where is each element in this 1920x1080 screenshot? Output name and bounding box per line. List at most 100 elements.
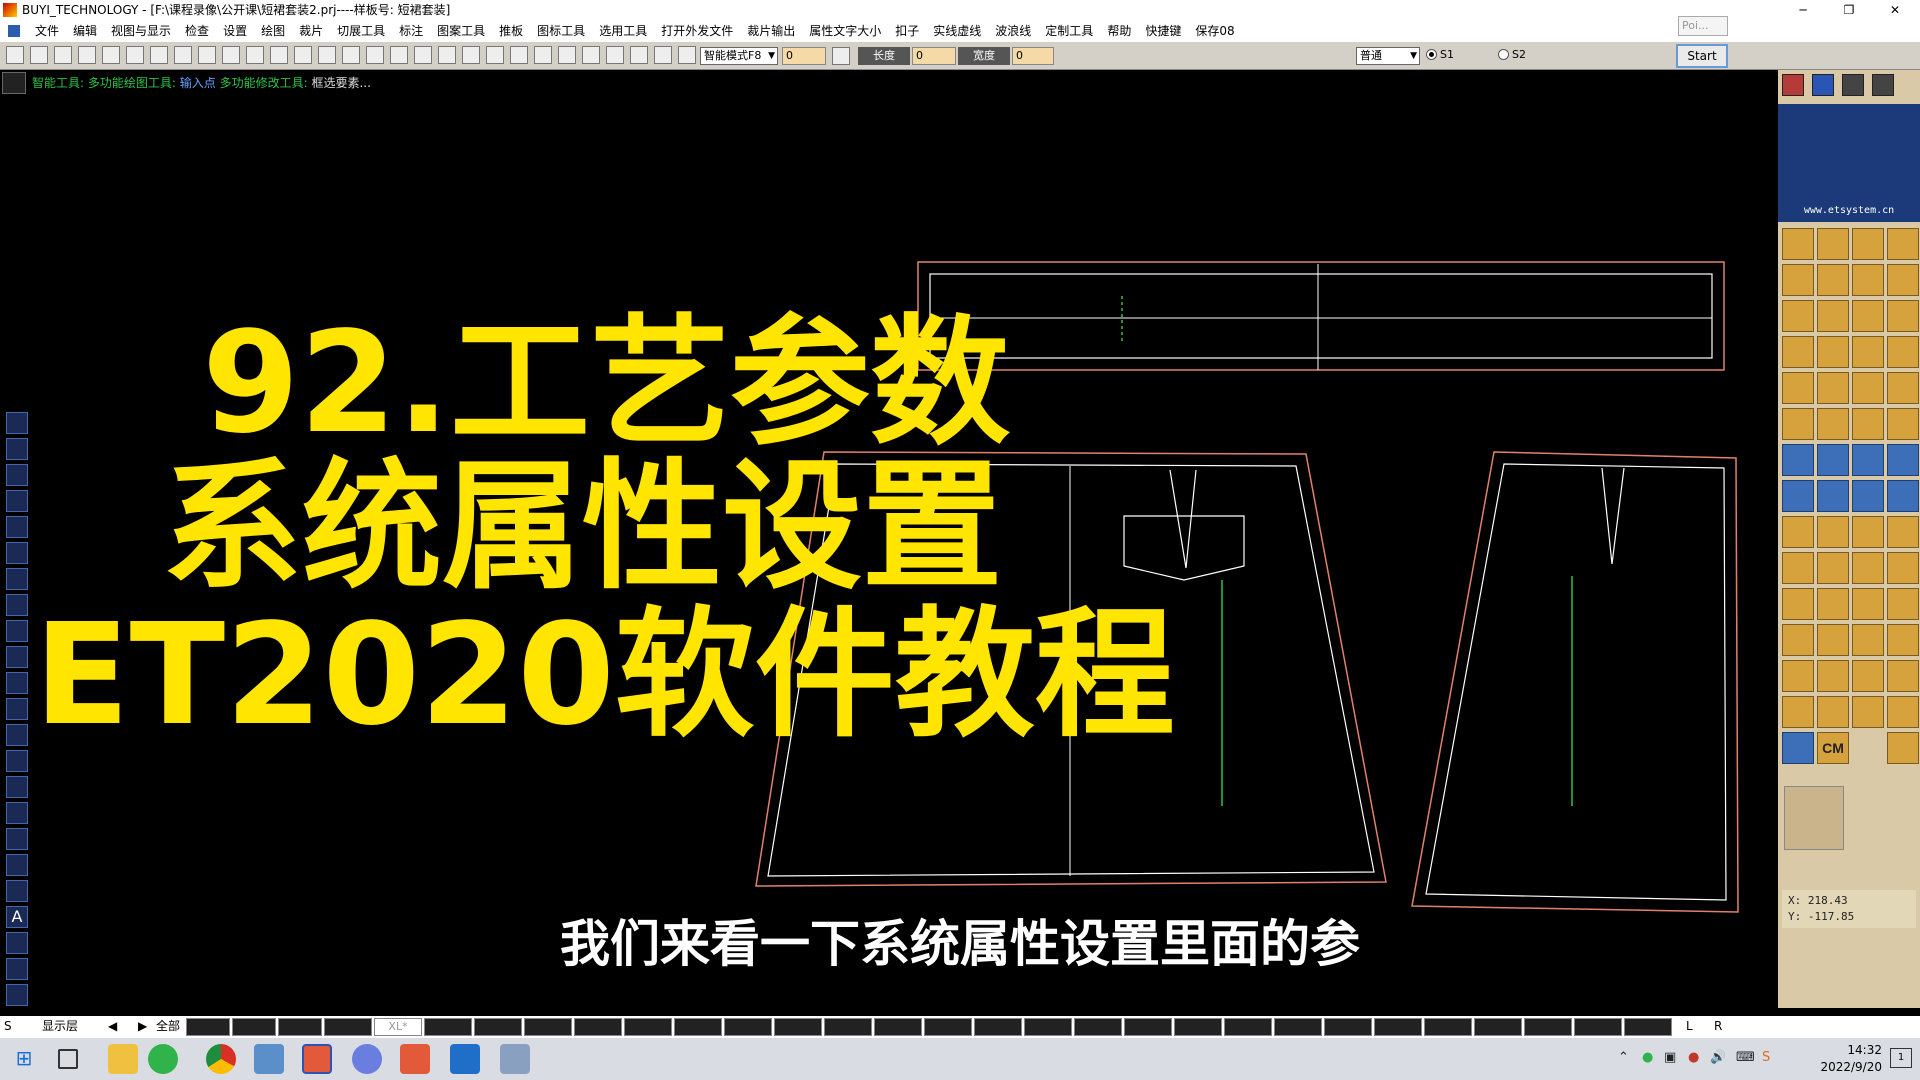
size-cell[interactable] (424, 1018, 472, 1036)
size-cell[interactable] (574, 1018, 622, 1036)
next-layer-button[interactable]: ▶ (138, 1016, 147, 1036)
move-icon[interactable] (270, 46, 288, 64)
tool-mountain-icon[interactable] (1852, 444, 1884, 476)
arrow-icon[interactable] (462, 46, 480, 64)
tool-pleat-icon[interactable] (1782, 444, 1814, 476)
poi-input[interactable]: Poi... (1678, 16, 1728, 36)
input-method-icon[interactable]: ⌨ (1736, 1050, 1755, 1065)
tool-ramp-icon[interactable] (1887, 480, 1919, 512)
wechat-icon[interactable] (148, 1044, 178, 1074)
size-cell[interactable] (1274, 1018, 1322, 1036)
ruler-tool-icon[interactable] (6, 646, 28, 668)
tool-scissors-icon[interactable] (1782, 300, 1814, 332)
frame-tool-icon[interactable] (6, 568, 28, 590)
split-tool-icon[interactable] (6, 516, 28, 538)
tool-mode-icon[interactable] (2, 72, 26, 94)
tool-wave-icon[interactable] (1852, 336, 1884, 368)
tool-bars-icon[interactable] (1887, 552, 1919, 584)
measure-icon[interactable] (486, 46, 504, 64)
tool-line-icon[interactable] (1782, 696, 1814, 728)
menu-item[interactable]: 保存08 (1188, 20, 1241, 42)
curve-tool-icon[interactable] (6, 438, 28, 460)
point-icon[interactable] (582, 46, 600, 64)
notification-icon[interactable]: 1 (1890, 1048, 1912, 1068)
et-software-2-icon[interactable] (400, 1044, 430, 1074)
prev-layer-button[interactable]: ◀ (108, 1016, 117, 1036)
menu-item[interactable]: 定制工具 (1038, 20, 1100, 42)
size-cell[interactable] (1524, 1018, 1572, 1036)
tool-ring-icon[interactable] (1782, 588, 1814, 620)
all-layers-button[interactable]: 全部 (156, 1016, 180, 1036)
menu-item[interactable]: 扣子 (888, 20, 926, 42)
l-button[interactable]: L (1686, 1016, 1693, 1036)
measure-tool-icon[interactable] (6, 698, 28, 720)
device-tray-icon[interactable]: ▣ (1664, 1050, 1676, 1065)
file-explorer-icon[interactable] (108, 1044, 138, 1074)
maximize-button[interactable]: ❐ (1826, 0, 1872, 20)
tool-zipper-icon[interactable] (1852, 264, 1884, 296)
tool-box-icon[interactable] (1852, 552, 1884, 584)
calculator-icon[interactable] (1887, 732, 1919, 764)
tool-slash-icon[interactable] (1887, 228, 1919, 260)
menu-item[interactable]: 编辑 (66, 20, 104, 42)
task-view-icon[interactable] (58, 1049, 78, 1069)
undo-icon[interactable] (198, 46, 216, 64)
drawing-canvas[interactable]: 92.工艺参数 系统属性设置 ET2020软件教程 (34, 96, 1778, 1008)
size-cell[interactable] (724, 1018, 772, 1036)
tool-check-icon[interactable] (1852, 696, 1884, 728)
tool-dots-icon[interactable] (1817, 444, 1849, 476)
tool-cross-icon[interactable] (1887, 516, 1919, 548)
mirror-icon[interactable] (366, 46, 384, 64)
size-cell[interactable] (324, 1018, 372, 1036)
line-style-select[interactable]: 普通 ▼ (1356, 47, 1420, 65)
size-cell[interactable] (1224, 1018, 1272, 1036)
mode-select[interactable]: 智能模式F8 ▼ (700, 47, 778, 65)
image-app-icon[interactable] (500, 1044, 530, 1074)
pen-tool-icon[interactable] (6, 412, 28, 434)
menu-item[interactable]: 选用工具 (592, 20, 654, 42)
tool-lamp-icon[interactable] (1817, 372, 1849, 404)
align-icon[interactable] (294, 46, 312, 64)
tool-cup-icon[interactable] (1887, 372, 1919, 404)
tool-split-icon[interactable] (1887, 336, 1919, 368)
size-cell[interactable] (1174, 1018, 1222, 1036)
tool-arrows-icon[interactable] (1817, 300, 1849, 332)
tool-ruffle-icon[interactable] (1817, 552, 1849, 584)
fit-screen-icon[interactable] (126, 46, 144, 64)
et-software-icon[interactable] (302, 1044, 332, 1074)
menu-item[interactable]: 切展工具 (330, 20, 392, 42)
wechat-tray-icon[interactable]: ● (1642, 1050, 1653, 1065)
size-cell[interactable] (774, 1018, 822, 1036)
windows-start-icon[interactable]: ⊞ (10, 1044, 38, 1074)
app-window-icon[interactable] (254, 1044, 284, 1074)
size-cell-xl[interactable]: XL* (374, 1018, 422, 1036)
minimize-button[interactable]: ─ (1780, 0, 1826, 20)
cut-tool-icon[interactable] (6, 776, 28, 798)
select-icon[interactable] (246, 46, 264, 64)
tool-window-icon[interactable] (1852, 588, 1884, 620)
menu-item[interactable]: 实线虚线 (926, 20, 988, 42)
tool-brush-icon[interactable] (1852, 660, 1884, 692)
chrome-icon[interactable] (206, 1044, 236, 1074)
fork-icon[interactable] (390, 46, 408, 64)
menu-item[interactable]: 设置 (216, 20, 254, 42)
tool-pin-icon[interactable] (1782, 336, 1814, 368)
video-app-icon[interactable] (450, 1044, 480, 1074)
menu-item[interactable]: 波浪线 (988, 20, 1038, 42)
menu-item[interactable]: 打开外发文件 (654, 20, 740, 42)
tool-leaf-icon[interactable] (1852, 300, 1884, 332)
tool-glove-icon[interactable] (1817, 408, 1849, 440)
save-icon[interactable] (54, 46, 72, 64)
redo-icon[interactable] (222, 46, 240, 64)
tool-text-icon[interactable] (1887, 624, 1919, 656)
chevron-up-icon[interactable]: ⌃ (1618, 1050, 1629, 1065)
layers-icon[interactable] (1842, 74, 1864, 96)
size-cell[interactable] (1024, 1018, 1072, 1036)
zoom-window-icon[interactable] (174, 46, 192, 64)
system-clock[interactable]: 14:32 2022/9/20 (1820, 1042, 1882, 1076)
pan-hand-icon[interactable] (150, 46, 168, 64)
tool-x-icon[interactable] (1817, 336, 1849, 368)
crumb-draw-tool[interactable]: 多功能绘图工具: (88, 76, 176, 90)
dart-tool-icon[interactable] (6, 672, 28, 694)
tool-corner-icon[interactable] (1782, 264, 1814, 296)
